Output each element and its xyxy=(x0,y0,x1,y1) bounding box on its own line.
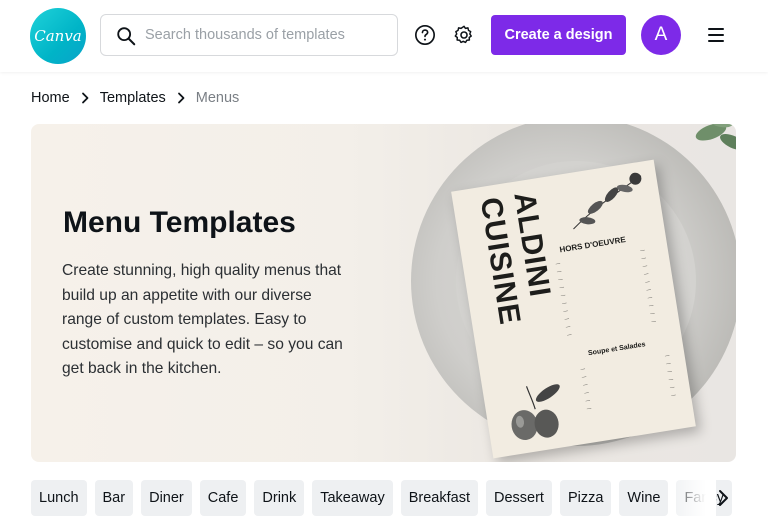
breadcrumb-templates[interactable]: Templates xyxy=(100,90,166,106)
search-icon xyxy=(117,27,136,46)
help-icon[interactable] xyxy=(414,24,436,46)
chip-diner[interactable]: Diner xyxy=(141,480,192,516)
menu-items-list-2: — — — — — — — — — — — — xyxy=(580,352,677,412)
chevron-right-icon[interactable] xyxy=(712,487,734,509)
hero-banner: Menu Templates Create stunning, high qua… xyxy=(31,124,736,462)
breadcrumb-home[interactable]: Home xyxy=(31,90,70,106)
chip-pizza[interactable]: Pizza xyxy=(559,480,612,516)
chip-scroll-fade xyxy=(666,478,716,518)
menu-section-title-2: Soupe et Salades xyxy=(587,341,646,358)
menu-brand: ALDINI CUISINE xyxy=(463,189,572,389)
logo-text: Canva xyxy=(34,27,82,45)
menu-items-list: — — — — — — — — — — — — — — — — — — — — xyxy=(555,247,657,338)
flower-illustration xyxy=(573,172,642,230)
top-header: Canva Create a design A xyxy=(0,0,768,72)
menu-preview-card: ALDINI CUISINE HORS D'OEUVRE — — — — — — — —… xyxy=(451,159,696,459)
chip-wine[interactable]: Wine xyxy=(619,480,669,516)
chip-cafe[interactable]: Cafe xyxy=(199,480,247,516)
chevron-right-icon xyxy=(177,92,185,104)
plum-illustration xyxy=(511,384,560,441)
avatar[interactable]: A xyxy=(641,15,681,55)
chip-drink[interactable]: Drink xyxy=(254,480,305,516)
breadcrumb-current: Menus xyxy=(195,90,240,106)
hamburger-menu-icon[interactable] xyxy=(706,26,726,44)
search-input[interactable] xyxy=(145,23,385,47)
gear-icon[interactable] xyxy=(453,24,475,46)
category-chips: Lunch Bar Diner Cafe Drink Takeaway Brea… xyxy=(31,480,740,516)
chip-bar[interactable]: Bar xyxy=(94,480,134,516)
leaves-decoration xyxy=(695,124,736,151)
page-title: Menu Templates xyxy=(63,206,296,239)
chip-dessert[interactable]: Dessert xyxy=(485,480,552,516)
canva-logo[interactable]: Canva xyxy=(30,8,86,64)
breadcrumb: Home Templates Menus xyxy=(31,88,239,108)
hero-description: Create stunning, high quality menus that… xyxy=(62,262,343,377)
chip-takeaway[interactable]: Takeaway xyxy=(312,480,393,516)
search-box[interactable] xyxy=(100,14,398,56)
create-design-button[interactable]: Create a design xyxy=(491,15,626,55)
chevron-right-icon xyxy=(81,92,89,104)
chip-breakfast[interactable]: Breakfast xyxy=(400,480,478,516)
chip-lunch[interactable]: Lunch xyxy=(31,480,87,516)
